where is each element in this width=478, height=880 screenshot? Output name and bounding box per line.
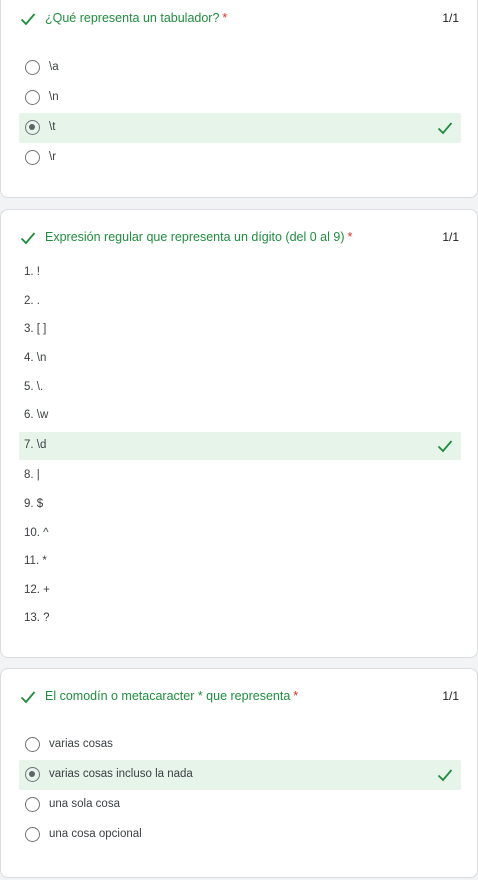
answer-list-item: 6. \w	[19, 402, 461, 430]
radio-button-selected[interactable]	[25, 767, 40, 782]
option-n[interactable]: \n	[19, 83, 461, 113]
item-label: 7. \d	[24, 439, 47, 451]
item-label: 1. !	[24, 266, 40, 278]
correct-check-icon	[437, 122, 453, 135]
radio-button[interactable]	[25, 90, 40, 105]
correct-check-icon	[20, 691, 36, 704]
option-label: una cosa opcional	[49, 828, 142, 840]
radio-button[interactable]	[25, 737, 40, 752]
answer-list-item: 12. +	[19, 577, 461, 605]
option-label: \n	[49, 91, 59, 103]
answer-list-item: 4. \n	[19, 345, 461, 373]
option-una-sola-cosa[interactable]: una sola cosa	[19, 790, 461, 820]
option-r[interactable]: \r	[19, 143, 461, 173]
answer-list-item: 10. ^	[19, 520, 461, 548]
item-label: 2. .	[24, 295, 40, 307]
required-asterisk: *	[347, 230, 353, 244]
question-title: ¿Qué representa un tabulador? *	[45, 11, 228, 25]
item-label: 8. |	[24, 469, 40, 481]
question-title: Expresión regular que representa un dígi…	[45, 230, 353, 244]
answer-list-item: 13. ?	[19, 605, 461, 633]
item-label: 10. ^	[24, 527, 49, 539]
answer-list-item: 9. $	[19, 491, 461, 519]
option-una-cosa-opcional[interactable]: una cosa opcional	[19, 820, 461, 850]
required-asterisk: *	[293, 689, 299, 703]
answer-list-item-correct: 7. \d	[19, 432, 461, 460]
option-label: varias cosas incluso la nada	[49, 768, 193, 780]
answer-list-item: 1. !	[19, 259, 461, 287]
answer-list-item: 8. |	[19, 462, 461, 490]
question-score: 1/1	[442, 230, 459, 244]
option-t[interactable]: \t	[19, 113, 461, 143]
item-label: 6. \w	[24, 409, 49, 421]
question-title: El comodín o metacaracter * que represen…	[45, 689, 299, 703]
question-card-2: Expresión regular que representa un dígi…	[0, 209, 478, 658]
item-label: 4. \n	[24, 352, 47, 364]
question-score: 1/1	[442, 689, 459, 703]
radio-button-selected[interactable]	[25, 120, 40, 135]
option-label: \t	[49, 121, 56, 133]
option-a[interactable]: \a	[19, 53, 461, 83]
question-header: El comodín o metacaracter * que represen…	[1, 687, 477, 707]
item-label: 13. ?	[24, 612, 50, 624]
correct-check-icon	[20, 13, 36, 26]
question-card-3: El comodín o metacaracter * que represen…	[0, 668, 478, 878]
answer-list-item: 11. *	[19, 548, 461, 576]
option-label: varias cosas	[49, 738, 113, 750]
question-header: ¿Qué representa un tabulador? * 1/1	[1, 9, 477, 29]
question-card-1: ¿Qué representa un tabulador? * 1/1 \a \n…	[0, 0, 478, 198]
answer-list-item: 2. .	[19, 288, 461, 316]
correct-check-icon	[20, 232, 36, 245]
required-asterisk: *	[222, 11, 228, 25]
radio-button[interactable]	[25, 797, 40, 812]
question-header: Expresión regular que representa un dígi…	[1, 228, 477, 248]
option-label: una sola cosa	[49, 798, 120, 810]
item-label: 11. *	[24, 555, 47, 567]
radio-button[interactable]	[25, 827, 40, 842]
item-label: 9. $	[24, 498, 44, 510]
correct-check-icon	[437, 440, 453, 453]
radio-button[interactable]	[25, 60, 40, 75]
option-varias-cosas[interactable]: varias cosas	[19, 730, 461, 760]
radio-button[interactable]	[25, 150, 40, 165]
item-label: 12. +	[24, 584, 50, 596]
answer-list-item: 5. \.	[19, 374, 461, 402]
option-varias-cosas-incluso-la-nada[interactable]: varias cosas incluso la nada	[19, 760, 461, 790]
item-label: 3. [ ]	[24, 323, 47, 335]
question-score: 1/1	[442, 11, 459, 25]
option-label: \a	[49, 61, 59, 73]
correct-check-icon	[437, 769, 453, 782]
answer-list-item: 3. [ ]	[19, 316, 461, 344]
item-label: 5. \.	[24, 381, 44, 393]
option-label: \r	[49, 151, 57, 163]
